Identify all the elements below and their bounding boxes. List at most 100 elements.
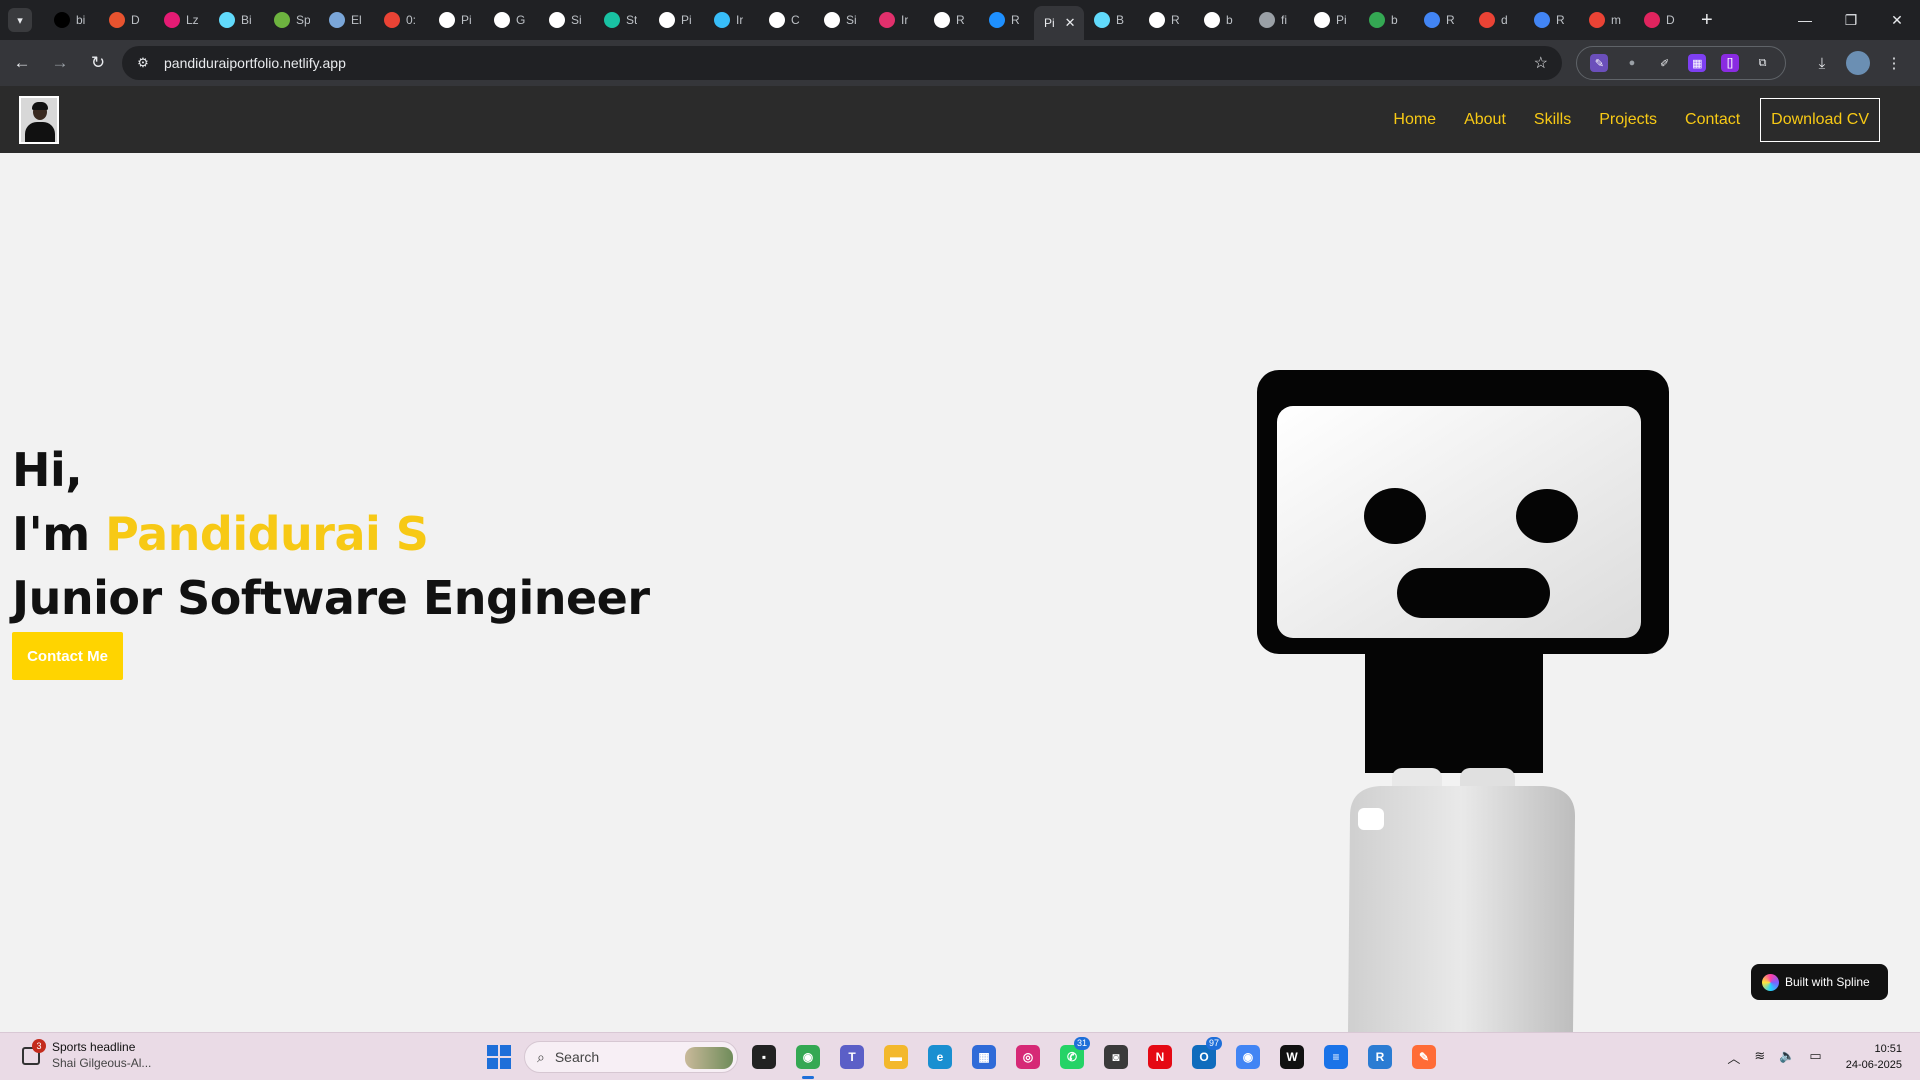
wifi-icon[interactable]: ≋ bbox=[1754, 1048, 1765, 1067]
browser-tab[interactable]: B bbox=[1084, 0, 1139, 40]
browser-tab[interactable]: d bbox=[1469, 0, 1524, 40]
start-button[interactable] bbox=[482, 1040, 516, 1074]
nav-skills[interactable]: Skills bbox=[1534, 111, 1571, 129]
pen-extension-icon[interactable]: ✎ bbox=[1590, 54, 1609, 72]
browser-tab[interactable]: El bbox=[319, 0, 374, 40]
tab-search-button[interactable]: ▾ bbox=[8, 8, 32, 32]
forward-button[interactable]: → bbox=[44, 47, 76, 79]
browser-tab[interactable]: R bbox=[924, 0, 979, 40]
nav-projects[interactable]: Projects bbox=[1599, 111, 1657, 129]
rdp-icon[interactable]: R bbox=[1362, 1039, 1398, 1075]
reload-button[interactable]: ↻ bbox=[82, 47, 114, 79]
w-app-icon[interactable]: W bbox=[1274, 1039, 1310, 1075]
browser-tab[interactable]: 0: bbox=[374, 0, 429, 40]
site-info-icon[interactable]: ⚙ bbox=[134, 54, 152, 72]
browser-tab[interactable]: m bbox=[1579, 0, 1634, 40]
browser-tab[interactable]: C bbox=[759, 0, 814, 40]
terminal-icon[interactable]: ▪ bbox=[746, 1039, 782, 1075]
microphone-icon[interactable]: ● bbox=[1623, 54, 1641, 72]
bracket-extension-icon[interactable]: [] bbox=[1720, 54, 1739, 72]
chrome-icon[interactable]: ◉ bbox=[790, 1039, 826, 1079]
folder-icon[interactable]: ▬ bbox=[878, 1039, 914, 1075]
browser-tab[interactable]: R bbox=[979, 0, 1034, 40]
news-widget[interactable]: 3 Sports headline Shai Gilgeous-Al... bbox=[22, 1039, 151, 1071]
minimize-button[interactable]: — bbox=[1782, 0, 1828, 40]
browser-tab[interactable]: b bbox=[1194, 0, 1249, 40]
browser-tab[interactable]: D bbox=[99, 0, 154, 40]
postman-icon[interactable]: ✎ bbox=[1406, 1039, 1442, 1075]
robot-3d-illustration[interactable] bbox=[1255, 368, 1675, 1032]
built-with-spline-badge[interactable]: Built with Spline bbox=[1751, 964, 1888, 1000]
edge-icon[interactable]: e bbox=[922, 1039, 958, 1075]
browser-tab[interactable]: bi bbox=[44, 0, 99, 40]
browser-tab[interactable]: R bbox=[1524, 0, 1579, 40]
instagram-icon[interactable]: ◎ bbox=[1010, 1039, 1046, 1075]
url-text[interactable]: pandiduraiportfolio.netlify.app bbox=[164, 55, 346, 71]
battery-icon[interactable]: ▭ bbox=[1809, 1048, 1821, 1067]
browser-toolbar: ← → ↻ ⚙ pandiduraiportfolio.netlify.app … bbox=[0, 40, 1920, 86]
browser-tab[interactable]: D bbox=[1634, 0, 1689, 40]
profile-avatar[interactable] bbox=[1846, 51, 1870, 75]
volume-muted-icon[interactable]: 🔈 bbox=[1779, 1048, 1795, 1067]
browser-tab[interactable]: Lz bbox=[154, 0, 209, 40]
outlook-icon[interactable]: O 97 bbox=[1186, 1037, 1222, 1075]
store-icon[interactable]: ▦ bbox=[966, 1039, 1002, 1075]
netflix-icon[interactable]: N bbox=[1142, 1039, 1178, 1075]
menu-kebab-icon[interactable]: ⋮ bbox=[1882, 51, 1906, 75]
browser-tab[interactable]: Ir bbox=[704, 0, 759, 40]
browser-tab[interactable]: fi bbox=[1249, 0, 1304, 40]
browser-tab[interactable]: Pi bbox=[649, 0, 704, 40]
nav-contact[interactable]: Contact bbox=[1685, 111, 1740, 129]
extensions-puzzle-icon[interactable]: ⧉ bbox=[1754, 54, 1772, 72]
back-button[interactable]: ← bbox=[6, 47, 38, 79]
restore-button[interactable]: ❐ bbox=[1828, 0, 1874, 40]
tab-active[interactable]: Pi ✕ bbox=[1034, 6, 1084, 40]
gmail-icon bbox=[384, 12, 400, 28]
store-icon-glyph: ▦ bbox=[972, 1045, 996, 1069]
address-bar[interactable]: ⚙ pandiduraiportfolio.netlify.app ☆ bbox=[122, 46, 1562, 80]
browser-tab[interactable]: R bbox=[1414, 0, 1469, 40]
camera-icon[interactable]: ◙ bbox=[1098, 1039, 1134, 1075]
browser-tab[interactable]: Pi bbox=[1304, 0, 1359, 40]
contact-me-button[interactable]: Contact Me bbox=[12, 632, 123, 680]
chrome-profile-icon[interactable]: ◉ bbox=[1230, 1039, 1266, 1075]
teams-icon[interactable]: T bbox=[834, 1039, 870, 1075]
nav-home[interactable]: Home bbox=[1393, 111, 1436, 129]
tab-title: Bi bbox=[241, 13, 252, 27]
spring-icon bbox=[274, 12, 290, 28]
browser-tab[interactable]: R bbox=[1139, 0, 1194, 40]
browser-tab[interactable]: Sp bbox=[264, 0, 319, 40]
new-tab-button[interactable]: + bbox=[1701, 9, 1713, 32]
tab-title: d bbox=[1501, 13, 1508, 27]
download-icon[interactable]: ⤓ bbox=[1810, 51, 1834, 75]
taskbar-search[interactable]: ⌕ Search bbox=[524, 1041, 738, 1073]
eyedropper-icon[interactable]: ✐ bbox=[1656, 54, 1674, 72]
whatsapp-icon[interactable]: ✆ 31 bbox=[1054, 1037, 1090, 1075]
nav-about[interactable]: About bbox=[1464, 111, 1506, 129]
browser-tab[interactable]: Bi bbox=[209, 0, 264, 40]
bookmark-star-icon[interactable]: ☆ bbox=[1534, 53, 1548, 73]
close-tab-icon[interactable]: ✕ bbox=[1065, 15, 1076, 31]
browser-tab[interactable]: Si bbox=[814, 0, 869, 40]
clock[interactable]: 10:51 24-06-2025 bbox=[1846, 1041, 1902, 1073]
browser-tab[interactable]: St bbox=[594, 0, 649, 40]
globe-icon bbox=[1259, 12, 1275, 28]
close-window-button[interactable]: ✕ bbox=[1874, 0, 1920, 40]
tailwind-icon bbox=[714, 12, 730, 28]
grid-extension-icon[interactable]: ▦ bbox=[1688, 54, 1707, 72]
browser-tab[interactable]: G bbox=[484, 0, 539, 40]
tab-title: b bbox=[1226, 13, 1233, 27]
profile-logo[interactable] bbox=[19, 96, 59, 144]
browser-tab[interactable]: Si bbox=[539, 0, 594, 40]
download-cv-button[interactable]: Download CV bbox=[1760, 97, 1880, 142]
edge-icon-glyph: e bbox=[928, 1045, 952, 1069]
app-badge: 31 bbox=[1073, 1037, 1090, 1050]
browser-tab[interactable]: Pi bbox=[429, 0, 484, 40]
browser-tab[interactable]: b bbox=[1359, 0, 1414, 40]
browser-tab[interactable]: Ir bbox=[869, 0, 924, 40]
news-badge: 3 bbox=[32, 1039, 46, 1053]
notepad-icon[interactable]: ≡ bbox=[1318, 1039, 1354, 1075]
tray-overflow-chevron-icon[interactable]: ︿ bbox=[1727, 1048, 1740, 1067]
teams-icon-glyph: T bbox=[840, 1045, 864, 1069]
greeting-text: Hi, bbox=[12, 443, 83, 497]
